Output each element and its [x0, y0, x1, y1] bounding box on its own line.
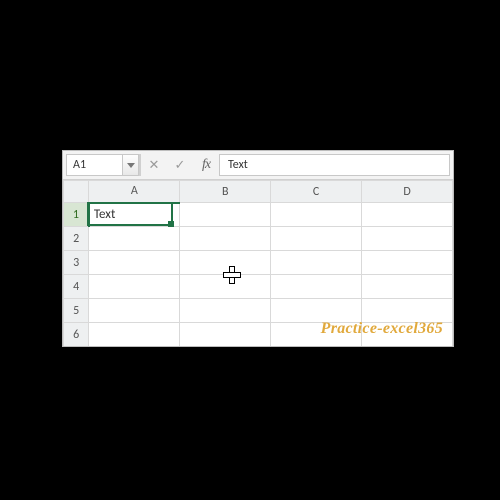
cell-A1[interactable]: Text [89, 203, 180, 227]
row-header-2[interactable]: 2 [64, 227, 89, 251]
cell-D5[interactable] [362, 299, 453, 323]
column-header-D[interactable]: D [362, 181, 453, 203]
column-header-B[interactable]: B [180, 181, 271, 203]
name-box[interactable]: A1 [66, 154, 122, 176]
row-header-5[interactable]: 5 [64, 299, 89, 323]
worksheet-grid[interactable]: A B C D 1 Text 2 [63, 180, 453, 346]
name-box-wrap: A1 [66, 154, 140, 176]
insert-function-button[interactable]: fx [193, 151, 219, 179]
row-header-4[interactable]: 4 [64, 275, 89, 299]
cell-B5[interactable] [180, 299, 271, 323]
cell-C2[interactable] [271, 227, 362, 251]
cell-D6[interactable] [362, 323, 453, 347]
formula-input[interactable]: Text [219, 154, 450, 176]
sheet-area[interactable]: A B C D 1 Text 2 [63, 180, 453, 346]
cell-B1[interactable] [180, 203, 271, 227]
cell-B4[interactable] [180, 275, 271, 299]
row-header-6[interactable]: 6 [64, 323, 89, 347]
formula-bar: A1 ✕ ✓ fx Text [63, 151, 453, 180]
cell-C1[interactable] [271, 203, 362, 227]
cell-A5[interactable] [89, 299, 180, 323]
cell-A4[interactable] [89, 275, 180, 299]
cell-B3[interactable] [180, 251, 271, 275]
cell-C6[interactable] [271, 323, 362, 347]
cell-D4[interactable] [362, 275, 453, 299]
cell-A6[interactable] [89, 323, 180, 347]
excel-window: A1 ✕ ✓ fx Text A B [62, 150, 454, 347]
select-all-corner[interactable] [64, 181, 89, 203]
cell-C3[interactable] [271, 251, 362, 275]
row-header-1[interactable]: 1 [64, 203, 89, 227]
fx-icon: fx [202, 157, 210, 173]
x-icon: ✕ [149, 158, 160, 173]
name-box-dropdown[interactable] [122, 154, 139, 176]
cell-B6[interactable] [180, 323, 271, 347]
column-header-C[interactable]: C [271, 181, 362, 203]
cell-B2[interactable] [180, 227, 271, 251]
chevron-down-icon [127, 163, 135, 168]
cell-C5[interactable] [271, 299, 362, 323]
cell-A3[interactable] [89, 251, 180, 275]
cell-D1[interactable] [362, 203, 453, 227]
check-icon: ✓ [175, 158, 186, 173]
cell-D3[interactable] [362, 251, 453, 275]
row-header-3[interactable]: 3 [64, 251, 89, 275]
cell-A2[interactable] [89, 227, 180, 251]
enter-button[interactable]: ✓ [167, 151, 193, 179]
cell-C4[interactable] [271, 275, 362, 299]
cancel-button[interactable]: ✕ [141, 151, 167, 179]
cell-D2[interactable] [362, 227, 453, 251]
column-header-A[interactable]: A [89, 181, 180, 203]
